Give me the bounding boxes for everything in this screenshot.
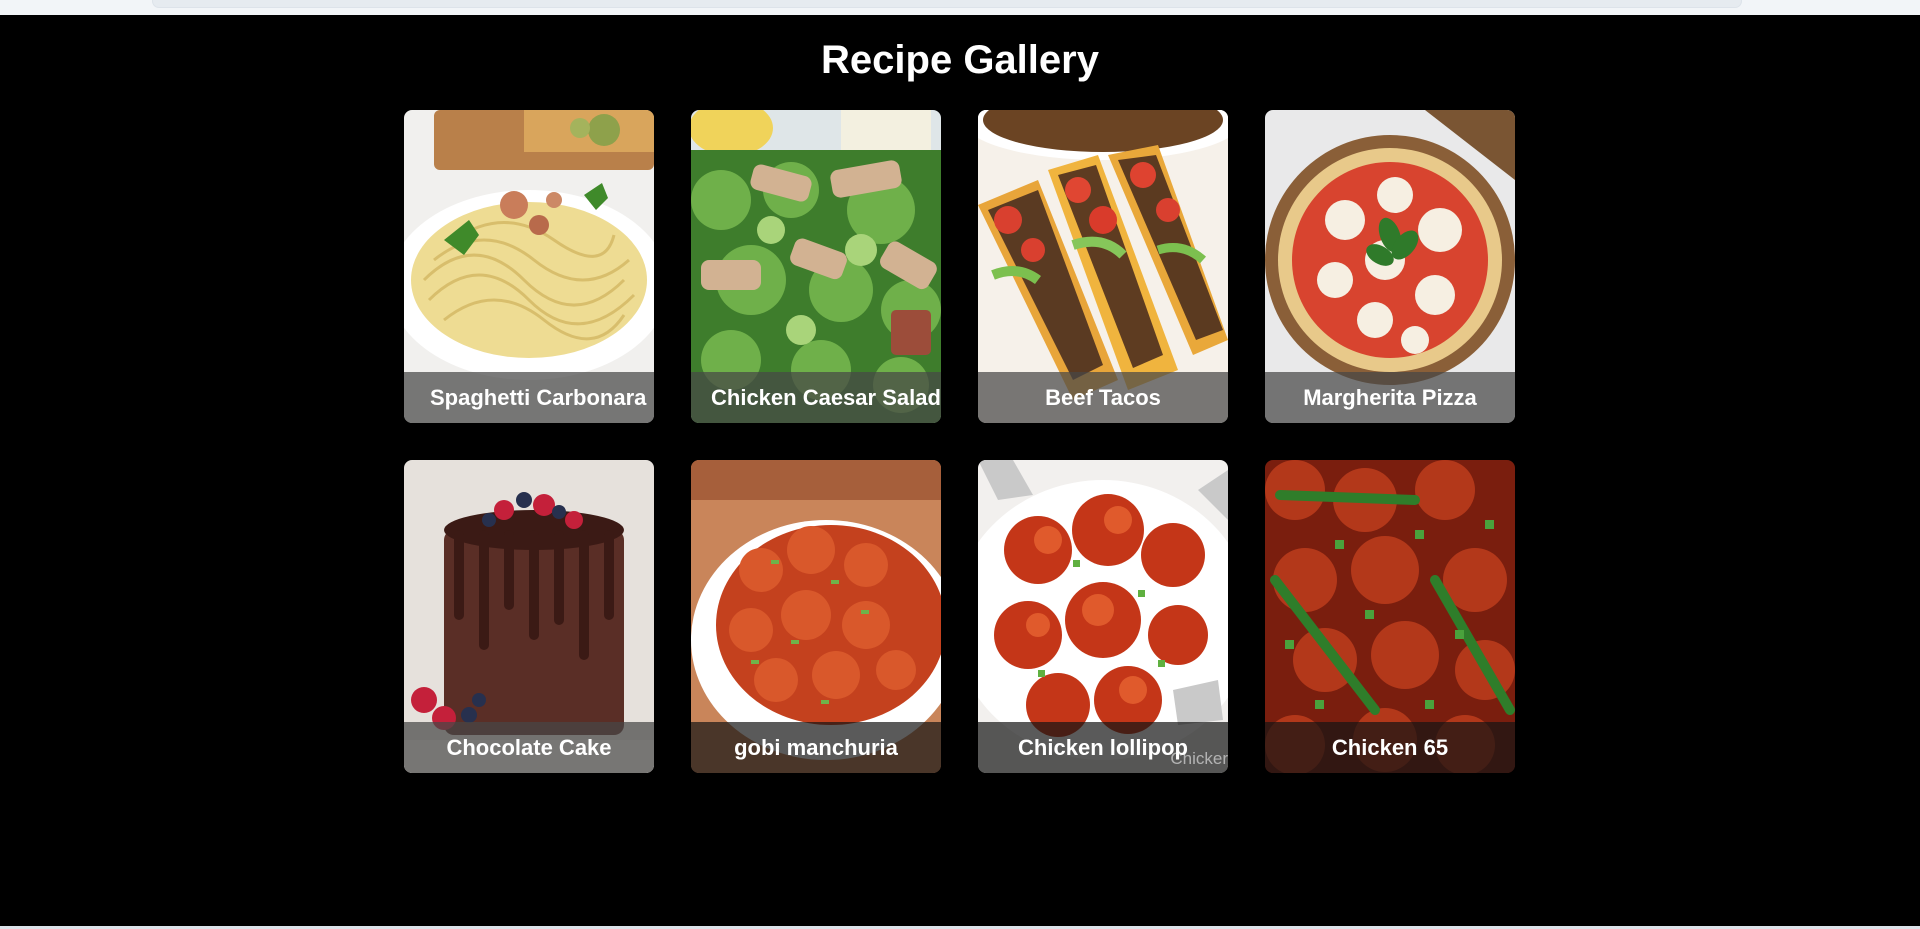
recipe-card-spaghetti-carbonara[interactable]: Spaghetti Carbonara: [404, 110, 654, 423]
recipe-title: Beef Tacos: [978, 372, 1228, 423]
recipe-title: Chicken 65: [1265, 722, 1515, 773]
recipe-card-chicken-caesar-salad[interactable]: Chicken Caesar Salad: [691, 110, 941, 423]
browser-address-bar-edge: [152, 0, 1742, 8]
recipe-card-chocolate-cake[interactable]: Chocolate Cake: [404, 460, 654, 773]
image-watermark: Chicker: [1170, 749, 1228, 768]
gallery-page: Recipe Gallery Spaghetti Carbonara Chick…: [0, 15, 1920, 926]
page-title: Recipe Gallery: [821, 38, 1099, 82]
recipe-title: gobi manchuria: [691, 722, 941, 773]
recipe-title: Chicken Caesar Salad: [691, 372, 941, 423]
recipe-title: Margherita Pizza: [1265, 372, 1515, 423]
recipe-card-beef-tacos[interactable]: Beef Tacos: [978, 110, 1228, 423]
recipe-card-gobi-manchuria[interactable]: gobi manchuria: [691, 460, 941, 773]
browser-chrome-strip: [0, 0, 1920, 15]
recipe-card-chicken-65[interactable]: Chicken 65: [1265, 460, 1515, 773]
recipe-title: Chocolate Cake: [404, 722, 654, 773]
recipe-card-chicken-lollipop[interactable]: Chicken lollipop Chicker: [978, 460, 1228, 773]
recipe-title: Spaghetti Carbonara: [404, 372, 654, 423]
recipe-card-margherita-pizza[interactable]: Margherita Pizza: [1265, 110, 1515, 423]
